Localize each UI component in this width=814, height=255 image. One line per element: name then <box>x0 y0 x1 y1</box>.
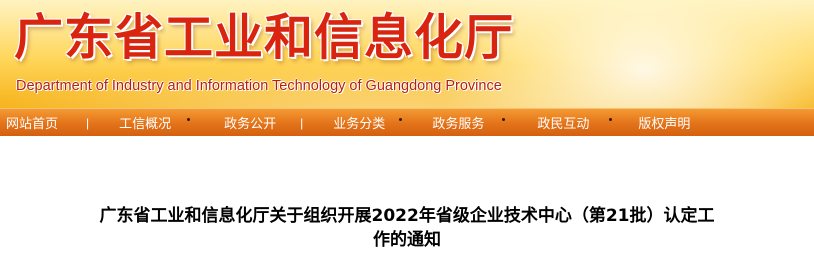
nav-dot-icon <box>187 118 191 121</box>
nav-separator-bar: | <box>86 115 90 130</box>
nav-dot-separator <box>502 118 506 127</box>
nav-separator-bar: | <box>300 115 304 130</box>
nav-item-services[interactable]: 政务服务 <box>432 109 484 136</box>
site-banner: 广东省工业和信息化厅 Department of Industry and In… <box>0 0 814 108</box>
nav-dot-icon <box>399 118 403 121</box>
nav-item-gov-affairs[interactable]: 政务公开 <box>224 109 276 136</box>
article-title: 广东省工业和信息化厅关于组织开展2022年省级企业技术中心（第21批）认定工 作… <box>27 204 787 252</box>
article-content: 广东省工业和信息化厅关于组织开展2022年省级企业技术中心（第21批）认定工 作… <box>0 136 814 252</box>
nav-item-about[interactable]: 工信概况 <box>119 109 171 136</box>
nav-dot-icon <box>609 118 613 121</box>
nav-item-home[interactable]: 网站首页 <box>6 109 58 136</box>
article-title-line1: 广东省工业和信息化厅关于组织开展2022年省级企业技术中心（第21批）认定工 <box>99 206 715 226</box>
main-navigation: 网站首页 | 工信概况 政务公开 | 业务分类 政务服务 政民互动 版权声明 <box>0 108 814 136</box>
nav-separator: | <box>300 116 303 130</box>
nav-dot-separator <box>187 118 191 127</box>
nav-dot-separator <box>399 118 403 127</box>
nav-separator: | <box>86 116 89 130</box>
nav-item-copyright[interactable]: 版权声明 <box>638 109 690 136</box>
nav-dot-separator <box>609 118 613 127</box>
article-title-line2: 作的通知 <box>373 230 441 250</box>
site-subtitle: Department of Industry and Information T… <box>16 78 502 94</box>
site-title: 广东省工业和信息化厅 <box>14 9 515 66</box>
nav-item-interaction[interactable]: 政民互动 <box>537 109 589 136</box>
nav-item-business[interactable]: 业务分类 <box>333 109 385 136</box>
nav-dot-icon <box>502 118 506 121</box>
